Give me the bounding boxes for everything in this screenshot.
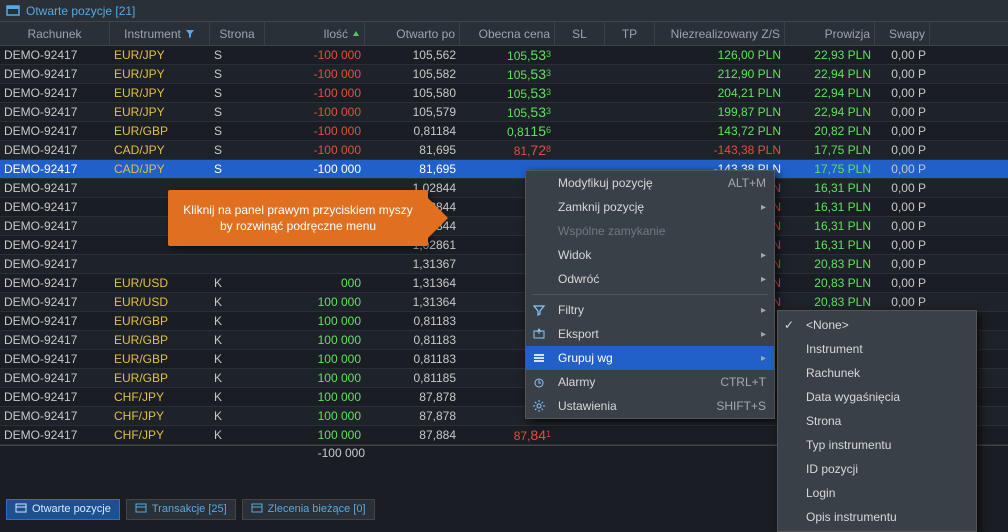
submenu-instrument[interactable]: Instrument bbox=[778, 337, 976, 361]
submenu-expiry[interactable]: Data wygaśnięcia bbox=[778, 385, 976, 409]
window-icon bbox=[6, 4, 20, 18]
tab-transactions[interactable]: Transakcje [25] bbox=[126, 499, 236, 520]
menu-modify-position[interactable]: Modyfikuj pozycję ALT+M bbox=[526, 171, 774, 195]
table-row[interactable]: DEMO-924171,02844-228,46 PLN16,31 PLN0,0… bbox=[0, 217, 1008, 236]
header-instrument[interactable]: Instrument bbox=[110, 22, 210, 45]
table-row[interactable]: DEMO-924171,02844-228,46 PLN16,31 PLN0,0… bbox=[0, 179, 1008, 198]
menu-alarms[interactable]: Alarmy CTRL+T bbox=[526, 370, 774, 394]
check-icon: ✓ bbox=[784, 318, 794, 332]
settings-icon bbox=[532, 399, 546, 413]
menu-group-by[interactable]: Grupuj wg ▸ bbox=[526, 346, 774, 370]
chevron-right-icon: ▸ bbox=[761, 202, 766, 213]
tooltip-callout: Kliknij na panel prawym przyciskiem mysz… bbox=[168, 190, 428, 246]
header-tp[interactable]: TP bbox=[605, 22, 655, 45]
table-row[interactable]: DEMO-924171,02844-228,46 PLN16,31 PLN0,0… bbox=[0, 198, 1008, 217]
window-title: Otwarte pozycje [21] bbox=[26, 4, 135, 18]
chevron-right-icon: ▸ bbox=[761, 250, 766, 261]
menu-filters[interactable]: Filtry ▸ bbox=[526, 298, 774, 322]
group-icon bbox=[532, 351, 546, 365]
menu-view[interactable]: Widok ▸ bbox=[526, 243, 774, 267]
header-otwarto[interactable]: Otwarto po bbox=[365, 22, 460, 45]
submenu-none[interactable]: ✓ <None> bbox=[778, 313, 976, 337]
table-row[interactable]: DEMO-924171,31367-218,94 PLN20,83 PLN0,0… bbox=[0, 255, 1008, 274]
menu-close-position[interactable]: Zamknij pozycję ▸ bbox=[526, 195, 774, 219]
table-row[interactable]: DEMO-92417EUR/JPYS-100 000105,579105,533… bbox=[0, 103, 1008, 122]
header-ilosc[interactable]: Ilość bbox=[265, 22, 365, 45]
tab-pending-orders[interactable]: Zlecenia bieżące [0] bbox=[242, 499, 375, 520]
table-row[interactable]: DEMO-92417EUR/JPYS-100 000105,580105,533… bbox=[0, 84, 1008, 103]
total-ilosc: -100 000 bbox=[265, 446, 365, 464]
submenu-strona[interactable]: Strona bbox=[778, 409, 976, 433]
chevron-right-icon: ▸ bbox=[761, 353, 766, 364]
header-rachunek[interactable]: Rachunek bbox=[0, 22, 110, 45]
filter-icon bbox=[185, 29, 195, 39]
alarm-icon bbox=[532, 375, 546, 389]
list-icon bbox=[15, 502, 27, 517]
sort-asc-icon bbox=[352, 30, 360, 38]
header-prowizja[interactable]: Prowizja bbox=[785, 22, 875, 45]
chevron-right-icon: ▸ bbox=[761, 305, 766, 316]
menu-separator bbox=[532, 294, 768, 295]
list-icon bbox=[135, 502, 147, 517]
window-title-bar: Otwarte pozycje [21] bbox=[0, 0, 1008, 22]
menu-settings[interactable]: Ustawienia SHIFT+S bbox=[526, 394, 774, 418]
table-row[interactable]: DEMO-92417EUR/GBPS-100 0000,811840,81156… bbox=[0, 122, 1008, 141]
filter-icon bbox=[532, 303, 546, 317]
chevron-right-icon: ▸ bbox=[761, 274, 766, 285]
submenu-instr-type[interactable]: Typ instrumentu bbox=[778, 433, 976, 457]
submenu-rachunek[interactable]: Rachunek bbox=[778, 361, 976, 385]
menu-export[interactable]: Eksport ▸ bbox=[526, 322, 774, 346]
header-sl[interactable]: SL bbox=[555, 22, 605, 45]
export-icon bbox=[532, 327, 546, 341]
table-row[interactable]: DEMO-92417EUR/JPYS-100 000105,562105,533… bbox=[0, 46, 1008, 65]
table-row[interactable]: DEMO-92417EUR/USDK0001,31364-209,42 PLN2… bbox=[0, 274, 1008, 293]
table-header: Rachunek Instrument Strona Ilość Otwarto… bbox=[0, 22, 1008, 46]
table-row[interactable]: DEMO-92417CAD/JPYS-100 00081,69581,728-1… bbox=[0, 141, 1008, 160]
list-icon bbox=[251, 502, 263, 517]
tab-open-positions[interactable]: Otwarte pozycje bbox=[6, 499, 120, 520]
group-by-submenu[interactable]: ✓ <None> Instrument Rachunek Data wygaśn… bbox=[777, 310, 977, 532]
header-obecna[interactable]: Obecna cena bbox=[460, 22, 555, 45]
table-row[interactable]: DEMO-924171,02861-174,52 PLN16,31 PLN0,0… bbox=[0, 236, 1008, 255]
submenu-pos-id[interactable]: ID pozycji bbox=[778, 457, 976, 481]
menu-close-all: Wspólne zamykanie bbox=[526, 219, 774, 243]
header-strona[interactable]: Strona bbox=[210, 22, 265, 45]
submenu-login[interactable]: Login bbox=[778, 481, 976, 505]
context-menu[interactable]: Modyfikuj pozycję ALT+M Zamknij pozycję … bbox=[525, 170, 775, 419]
table-row[interactable]: DEMO-92417EUR/JPYS-100 000105,582105,533… bbox=[0, 65, 1008, 84]
table-row[interactable]: DEMO-92417CAD/JPYS-100 00081,695-143,38 … bbox=[0, 160, 1008, 179]
header-swapy[interactable]: Swapy bbox=[875, 22, 930, 45]
bottom-tabs: Otwarte pozycje Transakcje [25] Zlecenia… bbox=[0, 498, 381, 520]
menu-revert[interactable]: Odwróć ▸ bbox=[526, 267, 774, 291]
submenu-instr-desc[interactable]: Opis instrumentu bbox=[778, 505, 976, 529]
chevron-right-icon: ▸ bbox=[761, 329, 766, 340]
header-zs[interactable]: Niezrealizowany Z/S bbox=[655, 22, 785, 45]
